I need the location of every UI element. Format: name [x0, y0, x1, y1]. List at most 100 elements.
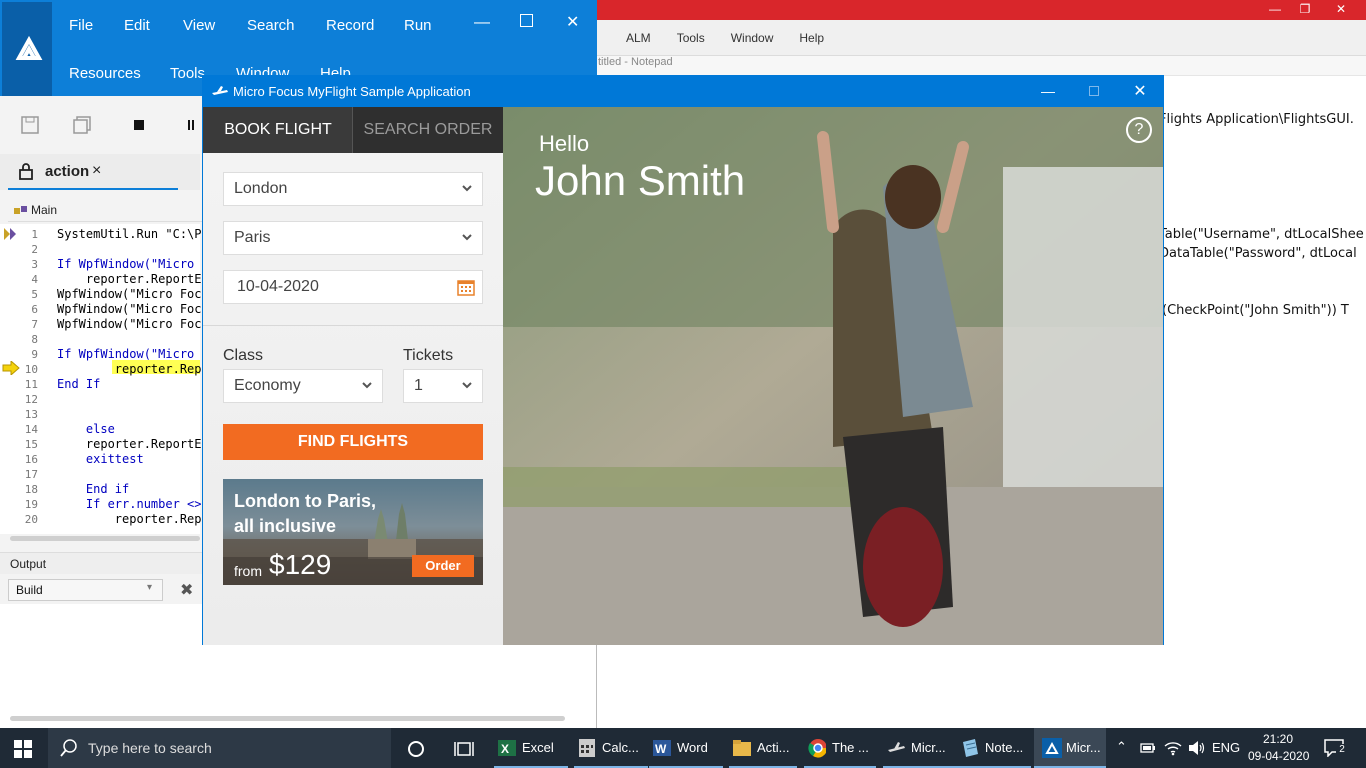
- promo-order-button[interactable]: Order: [412, 555, 474, 577]
- booking-tabs: BOOK FLIGHT SEARCH ORDER: [203, 107, 503, 153]
- clear-icon[interactable]: ✖: [180, 580, 193, 600]
- battery-icon[interactable]: [1140, 742, 1156, 754]
- to-city-select[interactable]: Paris: [223, 221, 483, 255]
- taskbar-search[interactable]: Type here to search: [48, 728, 391, 768]
- maximize-icon[interactable]: [1071, 76, 1117, 107]
- code-line: WpfWindow("Micro Focu: [57, 302, 209, 316]
- menu-view[interactable]: View: [183, 17, 215, 34]
- line-number: 10: [24, 363, 38, 376]
- maximize-icon[interactable]: [520, 14, 533, 27]
- code-line: End if: [57, 482, 130, 496]
- maximize-icon[interactable]: ❐: [1290, 0, 1320, 18]
- user-name: John Smith: [535, 157, 746, 204]
- airplane-icon: [888, 742, 905, 752]
- tab-action[interactable]: action: [45, 163, 89, 180]
- menu-search[interactable]: Search: [247, 17, 295, 34]
- clock-date[interactable]: 09-04-2020: [1248, 749, 1309, 763]
- taskbar-app-excel[interactable]: X Excel: [494, 728, 568, 768]
- class-label: Class: [223, 347, 264, 364]
- notepad-title: titled - Notepad: [596, 56, 1366, 76]
- app-logo-icon: [15, 35, 43, 60]
- code-line: SystemUtil.Run "C:\Pr: [57, 227, 209, 241]
- promo-banner[interactable]: London to Paris, all inclusive from $129…: [223, 479, 483, 585]
- taskbar-app-label: Acti...: [757, 740, 790, 755]
- menu-file[interactable]: File: [69, 17, 93, 34]
- date-value: 10-04-2020: [237, 278, 319, 295]
- find-flights-button[interactable]: FIND FLIGHTS: [223, 424, 483, 460]
- notification-count: 2: [1336, 744, 1348, 756]
- menu-record[interactable]: Record: [326, 17, 374, 34]
- menu-tools[interactable]: Tools: [170, 65, 205, 82]
- help-button[interactable]: ?: [1126, 117, 1152, 143]
- save-all-icon[interactable]: [73, 116, 91, 134]
- minimize-icon[interactable]: —: [1025, 76, 1071, 107]
- promo-title-line1: London to Paris,: [234, 491, 376, 511]
- divider: [203, 325, 503, 326]
- tab-search-order[interactable]: SEARCH ORDER: [353, 107, 503, 153]
- close-icon[interactable]: ✕: [1117, 76, 1163, 107]
- minimize-icon[interactable]: —: [474, 14, 490, 32]
- clock-time[interactable]: 21:20: [1263, 732, 1293, 746]
- line-number: 9: [31, 348, 38, 361]
- cortana-icon[interactable]: [407, 740, 425, 758]
- taskbar-app-myflight[interactable]: Micr...: [883, 728, 957, 768]
- code-line: Flights Application\FlightsGUI.: [1159, 112, 1354, 127]
- notepad-icon: [963, 739, 978, 757]
- build-select[interactable]: Build ▾: [8, 579, 163, 601]
- line-number: 8: [31, 333, 38, 346]
- pause-icon[interactable]: [182, 116, 200, 134]
- notifications-button[interactable]: 2: [1324, 739, 1348, 762]
- line-number: 13: [24, 408, 38, 421]
- tab-close-icon[interactable]: ×: [92, 162, 101, 180]
- from-city-select[interactable]: London: [223, 172, 483, 206]
- windows-start-icon[interactable]: [14, 740, 32, 758]
- current-line-arrow-icon: [2, 359, 20, 377]
- code-line: WpfWindow("Micro Focu: [57, 317, 209, 331]
- taskbar-app-label: The ...: [832, 740, 869, 755]
- class-select[interactable]: Economy: [223, 369, 383, 403]
- folder-icon: [733, 740, 751, 756]
- menu-window[interactable]: Window: [721, 31, 784, 45]
- editor-tabbar: action ×: [0, 154, 200, 190]
- menu-alm[interactable]: ALM: [616, 31, 661, 45]
- chevron-up-icon[interactable]: ⌃: [1116, 739, 1127, 755]
- build-select-value: Build: [16, 583, 43, 597]
- breadcrumb-main[interactable]: Main: [31, 203, 57, 217]
- stop-icon[interactable]: [130, 116, 148, 134]
- code-editor[interactable]: 1 SystemUtil.Run "C:\Pr 2 3 If WpfWindow("Mi…: [0, 224, 209, 534]
- window-title: Micro Focus MyFlight Sample Application: [233, 84, 471, 99]
- menu-resources[interactable]: Resources: [69, 65, 141, 82]
- chevron-down-icon: [462, 185, 472, 192]
- volume-icon[interactable]: [1188, 740, 1206, 756]
- taskbar-app-word[interactable]: W Word: [649, 728, 723, 768]
- taskbar-app-uft-active[interactable]: Micr...: [1034, 728, 1106, 768]
- output-scrollbar[interactable]: [10, 716, 565, 721]
- code-line: Table("Username", dtLocalShee: [1159, 227, 1364, 242]
- menu-tools[interactable]: Tools: [667, 31, 715, 45]
- uft-logo: [2, 2, 52, 96]
- menu-edit[interactable]: Edit: [124, 17, 150, 34]
- language-indicator[interactable]: ENG: [1212, 740, 1240, 755]
- code-line: reporter.Repo: [57, 362, 209, 376]
- chrome-icon: [808, 739, 826, 758]
- menu-help[interactable]: Help: [789, 31, 834, 45]
- task-view-icon[interactable]: [454, 740, 474, 758]
- menu-run[interactable]: Run: [404, 17, 432, 34]
- close-icon[interactable]: ✕: [566, 12, 579, 32]
- wifi-icon[interactable]: [1164, 740, 1182, 756]
- taskbar-app-notepad[interactable]: Note...: [957, 728, 1031, 768]
- taskbar-app-calc[interactable]: Calc...: [574, 728, 648, 768]
- line-number: 20: [24, 513, 38, 526]
- tab-book-flight[interactable]: BOOK FLIGHT: [203, 107, 353, 153]
- flight-app-window: Micro Focus MyFlight Sample Application …: [202, 75, 1164, 645]
- taskbar-app-explorer[interactable]: Acti...: [729, 728, 797, 768]
- date-picker[interactable]: 10-04-2020: [223, 270, 483, 304]
- calendar-icon[interactable]: [457, 278, 475, 296]
- taskbar-app-chrome[interactable]: The ...: [804, 728, 876, 768]
- close-icon[interactable]: ✕: [1326, 0, 1356, 18]
- save-icon[interactable]: [21, 116, 39, 134]
- minimize-icon[interactable]: —: [1260, 0, 1290, 18]
- tickets-select[interactable]: 1: [403, 369, 483, 403]
- editor-scrollbar[interactable]: [10, 536, 200, 541]
- svg-text:X: X: [501, 742, 509, 756]
